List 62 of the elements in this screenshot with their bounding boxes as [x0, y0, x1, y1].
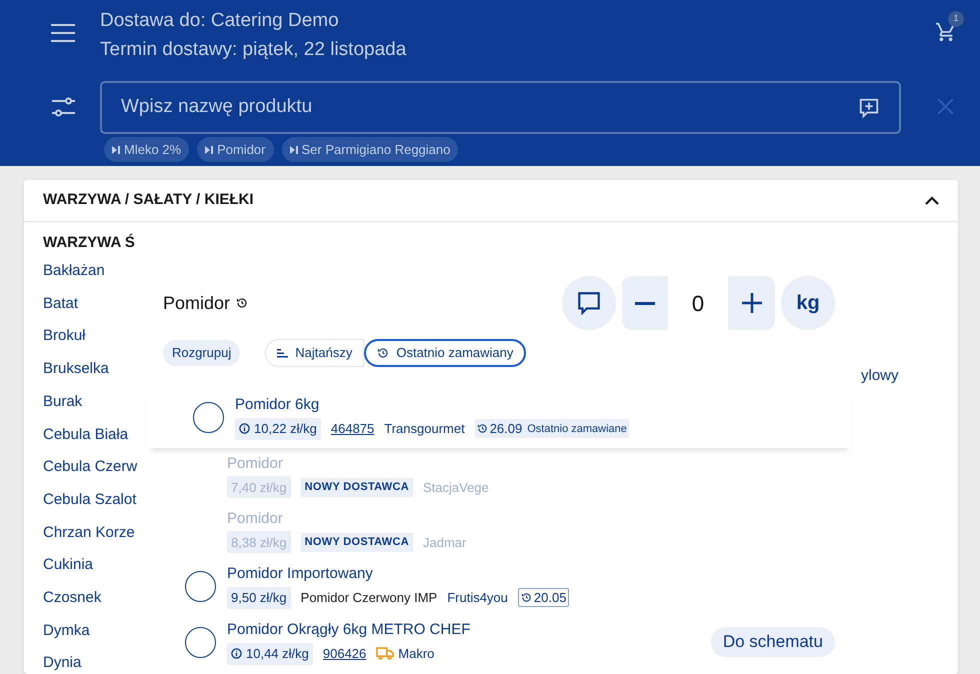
recent-search-chip[interactable]: Ser Parmigiano Reggiano: [282, 137, 458, 162]
product-radio[interactable]: [185, 570, 216, 602]
recent-search-chip[interactable]: Pomidor: [197, 137, 274, 162]
product-name[interactable]: Pomidor Okrągły 6kg METRO CHEF: [227, 619, 711, 642]
product-row[interactable]: Pomidor Okrągły 6kg METRO CHEF 10,44 zł/kg 906426 Makro Do schematu: [139, 614, 859, 670]
schedule-button[interactable]: Do schematu: [710, 627, 835, 657]
price-badge: 9,50 zł/kg: [227, 586, 291, 609]
unit-button[interactable]: kg: [781, 276, 835, 330]
menu-icon[interactable]: [51, 24, 75, 42]
category-link[interactable]: ylowy: [861, 365, 899, 385]
product-description: Pomidor Czerwony IMP: [300, 589, 438, 607]
product-name[interactable]: Pomidor 6kg: [235, 394, 827, 417]
delivery-date: Termin dostawy: piątek, 22 listopada: [100, 38, 406, 62]
product-radio[interactable]: [185, 626, 216, 658]
play-next-icon: [290, 146, 298, 154]
search-field[interactable]: Wpisz nazwę produktu: [100, 81, 901, 134]
speech-bubble-icon: [576, 290, 602, 316]
delivery-supplier: Makro: [376, 644, 434, 664]
supplier-name: Frutis4you: [447, 589, 508, 607]
new-supplier-badge: NOWY DOSTAWCA: [300, 478, 413, 497]
filter-icon[interactable]: [51, 95, 76, 119]
price-badge: 8,38 zł/kg: [227, 531, 291, 554]
ungroup-button[interactable]: Rozgrupuj: [163, 340, 240, 366]
product-row[interactable]: Pomidor 7,40 zł/kg NOWY DOSTAWCA StacjaVege: [139, 448, 859, 503]
product-row[interactable]: Pomidor Importowany 9,50 zł/kg Pomidor Czerwony IMP Frutis4you 20.05: [139, 558, 859, 614]
supplier-name: StacjaVege: [422, 478, 489, 497]
play-next-icon: [205, 146, 214, 154]
sort-tab[interactable]: Ostatnio zamawiany: [364, 339, 526, 367]
supplier-name: Transgourmet: [384, 420, 465, 438]
product-name[interactable]: Pomidor Importowany: [227, 563, 835, 586]
price-badge: 7,40 zł/kg: [227, 476, 291, 498]
plus-icon: [742, 293, 762, 313]
quantity-field[interactable]: 0: [668, 276, 728, 330]
product-code-link[interactable]: 464875: [330, 419, 374, 438]
highlighted-product-row[interactable]: Pomidor 6kg 10,22 zł/kg 464875 Transgourmet 26.09 Ostatnio zamawiane: [147, 386, 851, 448]
info-icon: [231, 648, 242, 660]
truck-icon: [376, 647, 394, 660]
sort-bars-icon: [277, 348, 288, 358]
add-comment-icon[interactable]: [858, 96, 880, 118]
cart-count-badge: 1: [948, 11, 964, 27]
sort-tab[interactable]: Najtańszy: [265, 339, 364, 367]
recent-search-chip[interactable]: Mleko 2%: [104, 137, 190, 162]
chevron-up-icon[interactable]: [925, 196, 939, 206]
subcategory-title: WARZYWA Ś: [43, 232, 136, 253]
price-badge: 10,44 zł/kg: [227, 642, 313, 665]
minus-icon: [635, 302, 655, 304]
last-order-badge: 26.09 Ostatnio zamawiane: [474, 419, 629, 438]
new-supplier-badge: NOWY DOSTAWCA: [300, 532, 413, 552]
product-radio[interactable]: [193, 402, 224, 432]
price-badge: 10,22 zł/kg: [235, 418, 321, 440]
category-title: WARZYWA / SAŁATY / KIEŁKI: [43, 190, 254, 210]
delivery-address: Dostawa do: Catering Demo: [100, 9, 339, 33]
history-icon: [377, 347, 390, 359]
info-icon: [239, 423, 250, 434]
history-icon: [236, 297, 248, 309]
supplier-name: Jadmar: [422, 534, 466, 552]
search-input[interactable]: Wpisz nazwę produktu: [121, 93, 858, 122]
last-order-badge: 20.05: [518, 588, 570, 608]
product-title: Pomidor: [163, 292, 230, 314]
play-next-icon: [112, 146, 120, 154]
product-row[interactable]: Pomidor 8,38 zł/kg NOWY DOSTAWCA Jadmar: [139, 503, 859, 558]
product-code-link[interactable]: 906426: [322, 644, 366, 664]
